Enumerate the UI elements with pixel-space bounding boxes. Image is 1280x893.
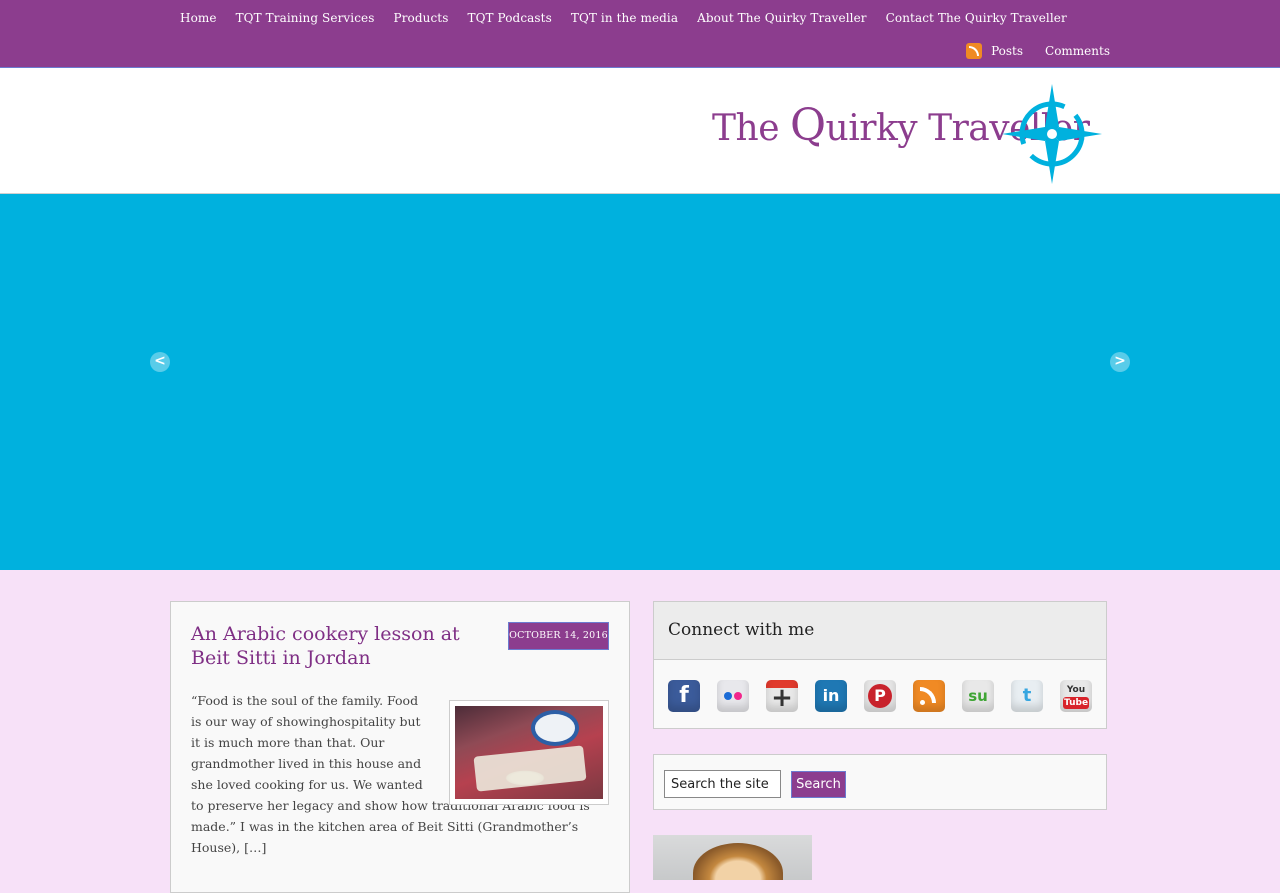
twitter-icon[interactable]: t bbox=[1011, 680, 1043, 712]
site-logo[interactable]: The Quirky Traveller bbox=[712, 82, 1107, 186]
comments-feed-link[interactable]: Comments bbox=[1045, 44, 1110, 58]
nav-item-media[interactable]: TQT in the media bbox=[562, 0, 688, 36]
flickr-icon[interactable] bbox=[717, 680, 749, 712]
connect-widget-title: Connect with me bbox=[668, 620, 815, 640]
search-button[interactable]: Search bbox=[791, 771, 846, 798]
top-navigation-bar: Home TQT Training Services Products TQT … bbox=[0, 0, 1280, 68]
google-plus-icon[interactable]: + bbox=[766, 680, 798, 713]
linkedin-icon[interactable]: in bbox=[815, 680, 847, 712]
post-date-badge: OCTOBER 14, 2016 bbox=[508, 622, 609, 650]
slider-next-button[interactable]: > bbox=[1110, 352, 1130, 372]
image-slider bbox=[0, 194, 1280, 570]
connect-widget-header: Connect with me bbox=[654, 602, 1106, 660]
nav-item-training-services[interactable]: TQT Training Services bbox=[227, 0, 385, 36]
stumbleupon-icon[interactable]: su bbox=[962, 680, 994, 712]
posts-feed-link[interactable]: Posts bbox=[966, 43, 1023, 59]
slider-prev-button[interactable]: < bbox=[150, 352, 170, 372]
post-card: An Arabic cookery lesson at Beit Sitti i… bbox=[170, 601, 630, 893]
nav-item-products[interactable]: Products bbox=[385, 0, 459, 36]
rss-icon[interactable] bbox=[913, 680, 945, 712]
pinterest-icon[interactable]: P bbox=[864, 680, 896, 712]
posts-feed-label: Posts bbox=[991, 44, 1024, 58]
nav-item-contact[interactable]: Contact The Quirky Traveller bbox=[877, 0, 1077, 36]
rss-icon bbox=[966, 43, 983, 59]
facebook-icon[interactable]: f bbox=[668, 680, 700, 712]
post-title[interactable]: An Arabic cookery lesson at Beit Sitti i… bbox=[191, 622, 491, 670]
search-widget: Search bbox=[653, 754, 1107, 810]
feed-links: Posts Comments bbox=[944, 36, 1110, 66]
food-table-photo bbox=[455, 706, 603, 799]
youtube-icon[interactable]: You Tube bbox=[1060, 680, 1092, 712]
nav-item-podcasts[interactable]: TQT Podcasts bbox=[458, 0, 561, 36]
main-menu: Home TQT Training Services Products TQT … bbox=[171, 0, 1077, 36]
nav-item-about[interactable]: About The Quirky Traveller bbox=[688, 0, 876, 36]
connect-widget: Connect with me f + in P su t You Tube bbox=[653, 601, 1107, 729]
nav-item-home[interactable]: Home bbox=[171, 0, 227, 36]
author-photo bbox=[653, 835, 812, 880]
search-input[interactable] bbox=[664, 770, 781, 798]
social-icons: f + in P su t You Tube bbox=[668, 680, 1092, 713]
compass-icon bbox=[1002, 84, 1102, 184]
post-thumbnail[interactable] bbox=[449, 700, 609, 805]
